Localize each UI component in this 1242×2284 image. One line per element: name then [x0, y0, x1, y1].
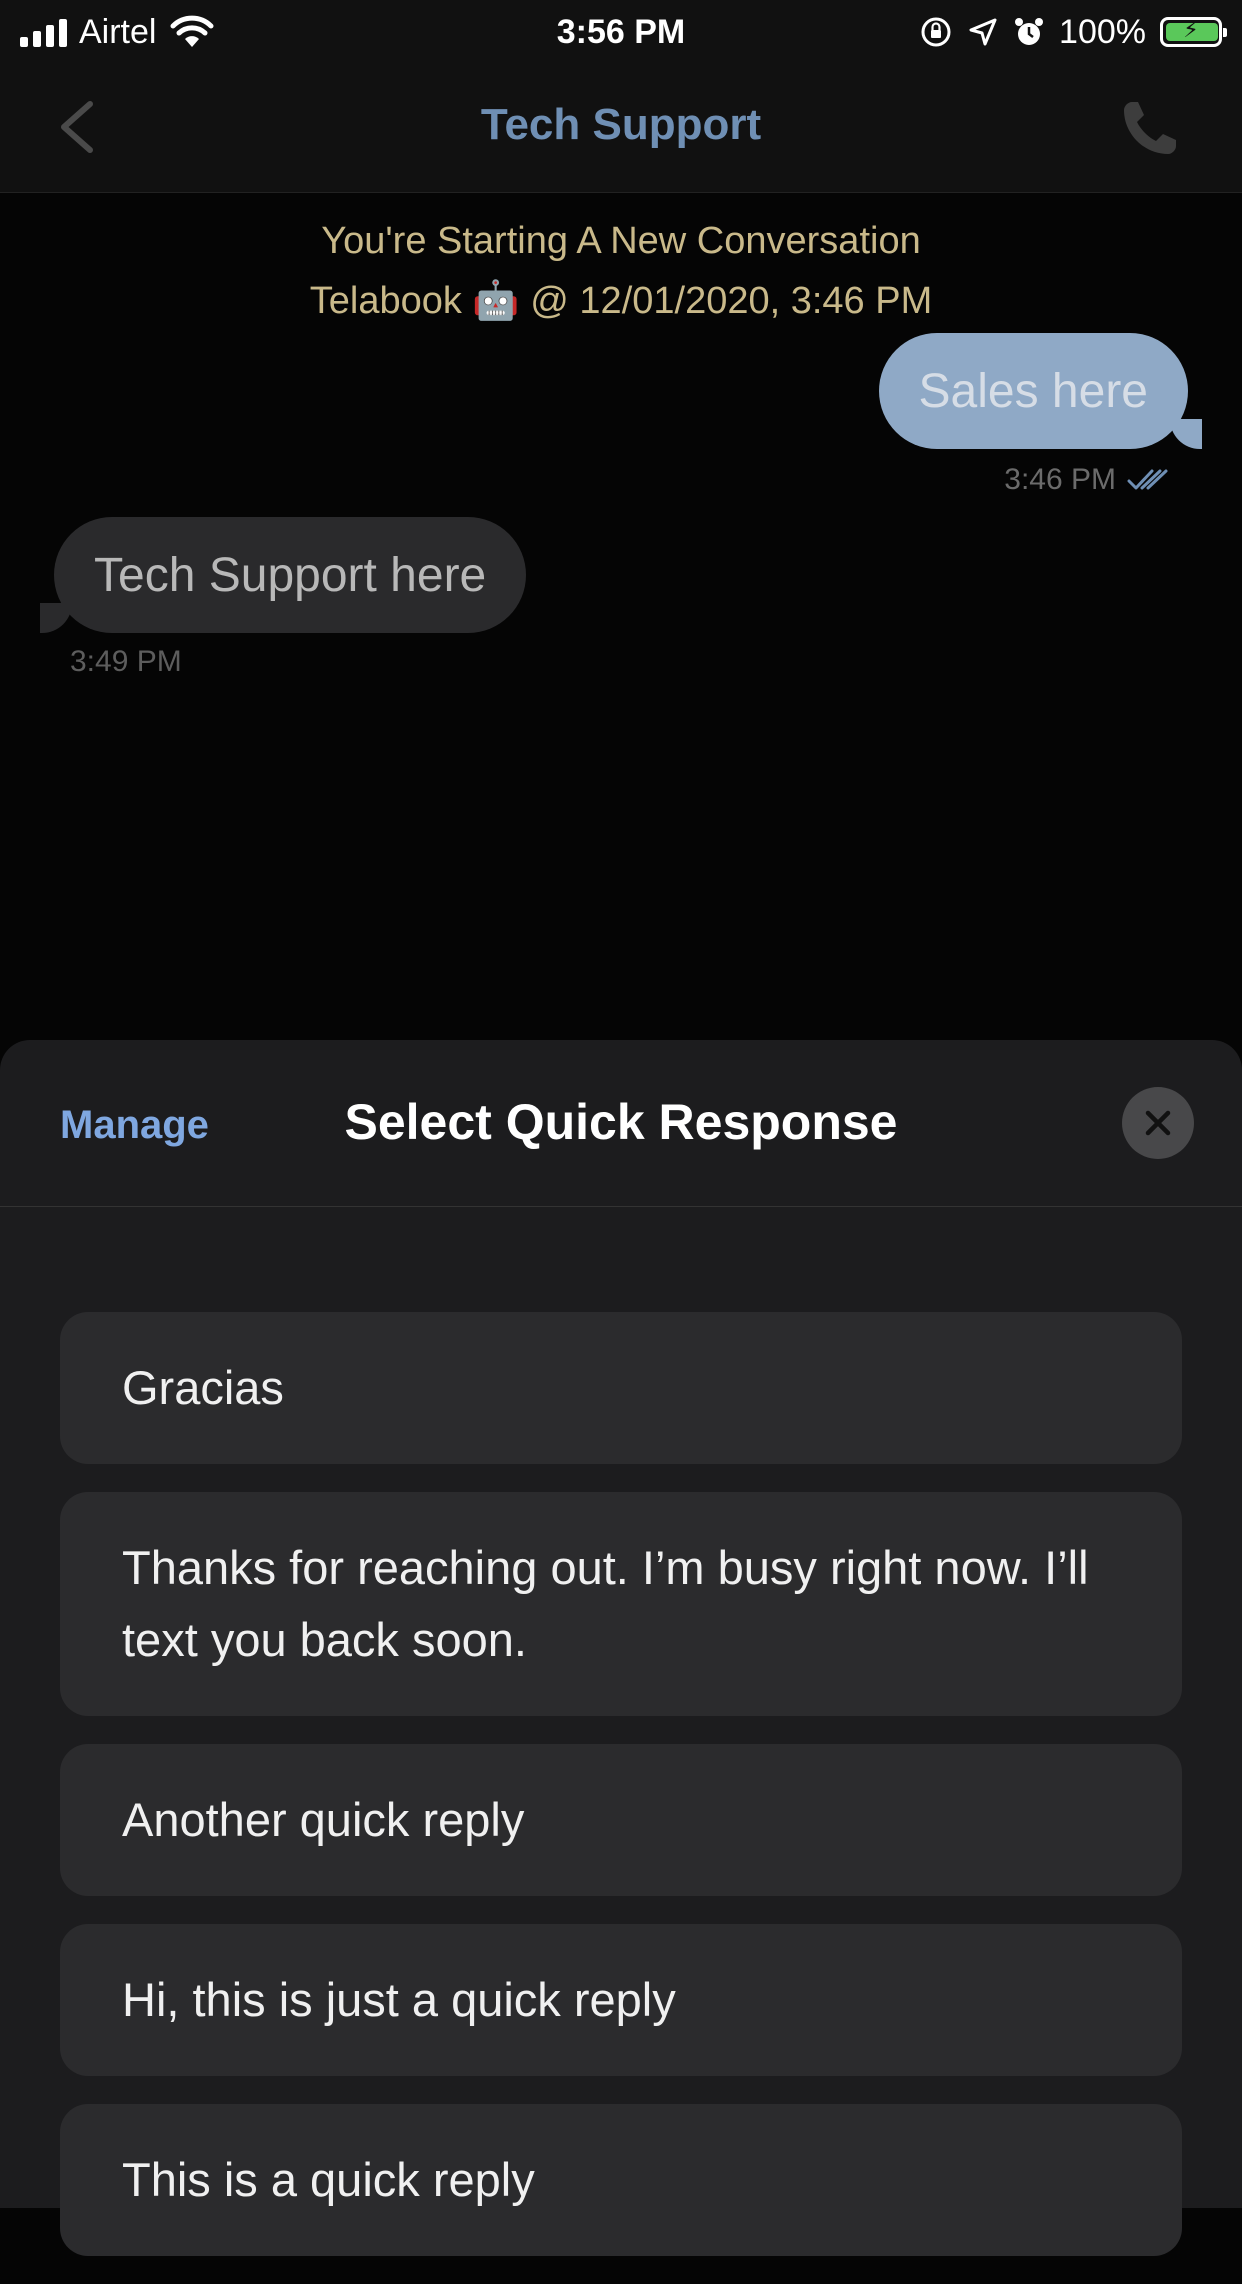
outgoing-message[interactable]: Sales here [878, 333, 1202, 449]
status-right: 100% ⚡ [919, 10, 1227, 54]
bubble-tail [40, 603, 72, 633]
alarm-icon [1015, 18, 1044, 45]
nav-bar: Tech Support [0, 62, 1242, 193]
message-text: Sales here [918, 364, 1148, 418]
phone-icon [1124, 102, 1176, 154]
conversation-meta: Telabook 🤖 @ 12/01/2020, 3:46 PM [309, 280, 933, 322]
quick-response-item[interactable]: This is a quick reply [60, 2104, 1182, 2256]
message-text: Tech Support here [94, 548, 487, 602]
quick-response-list: Gracias Thanks for reaching out. I’m bus… [60, 1312, 1182, 2284]
incoming-timestamp: 3:49 PM [70, 645, 182, 678]
bubble-tail [1170, 419, 1202, 449]
call-button[interactable] [1118, 96, 1182, 160]
status-bar: Airtel 3:56 PM 100% ⚡ [0, 0, 1242, 62]
conversation-start-text: You're Starting A New Conversation [321, 220, 921, 262]
conversation-start-banner: You're Starting A New Conversation Telab… [0, 211, 1242, 331]
incoming-message[interactable]: Tech Support here [40, 517, 527, 633]
close-button[interactable] [1122, 1087, 1194, 1159]
quick-response-item[interactable]: Gracias [60, 1312, 1182, 1464]
quick-response-item[interactable]: Thanks for reaching out. I’m busy right … [60, 1492, 1182, 1716]
outgoing-timestamp: 3:46 PM [1004, 463, 1172, 497]
quick-response-item[interactable]: Another quick reply [60, 1744, 1182, 1896]
double-check-icon [1127, 469, 1168, 490]
quick-response-sheet: Manage Select Quick Response Gracias Tha… [0, 1040, 1242, 2256]
sheet-title: Select Quick Response [344, 1094, 898, 1150]
location-icon [969, 18, 997, 46]
quick-response-item[interactable]: Hi, this is just a quick reply [60, 1924, 1182, 2076]
message-time: 3:46 PM [1004, 463, 1116, 496]
chat-title: Tech Support [480, 100, 762, 149]
sheet-header: Manage Select Quick Response [0, 1040, 1242, 1207]
battery-icon: ⚡ [1160, 17, 1227, 47]
orientation-lock-icon [921, 17, 951, 47]
battery-percent: 100% [1059, 12, 1146, 51]
chat-area: You're Starting A New Conversation Telab… [0, 193, 1242, 1040]
close-icon [1145, 1110, 1171, 1136]
